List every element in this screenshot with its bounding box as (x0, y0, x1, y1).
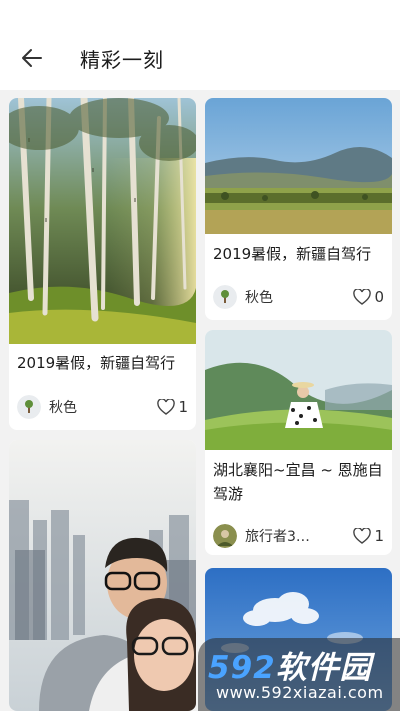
page-title: 精彩一刻 (80, 48, 164, 72)
card-title: 湖北襄阳~宜昌 ~ 恩施自驾游 (213, 461, 383, 503)
like-button[interactable]: 1 (353, 527, 384, 545)
author-name: 秋色 (49, 400, 77, 416)
card-meta: 秋色 1 (17, 393, 188, 421)
card-title: 2019暑假，新疆自驾行 (17, 354, 176, 372)
card-title: 2019暑假，新疆自驾行 (213, 245, 372, 263)
card-photo (205, 98, 392, 234)
card-meta: 秋色 0 (213, 283, 384, 311)
watermark-logo: 592软件园 www.592xiazai.com (198, 638, 400, 711)
avatar[interactable] (213, 524, 237, 548)
back-button[interactable] (14, 40, 50, 76)
like-count: 0 (374, 288, 384, 306)
like-button[interactable]: 1 (157, 398, 188, 416)
author-name: 秋色 (245, 290, 273, 306)
heart-icon (353, 528, 372, 544)
like-count: 1 (374, 527, 384, 545)
heart-icon (353, 289, 372, 305)
avatar[interactable] (213, 285, 237, 309)
like-count: 1 (178, 398, 188, 416)
card-meta: 旅行者3… 1 (213, 522, 384, 550)
arrow-left-icon (22, 49, 42, 67)
moment-card[interactable]: 2019暑假，新疆自驾行 秋色 0 (205, 98, 392, 320)
watermark-url: www.592xiazai.com (216, 683, 384, 702)
card-photo (9, 98, 196, 344)
card-photo (205, 330, 392, 450)
avatar[interactable] (17, 395, 41, 419)
moment-card[interactable]: 2019暑假，新疆自驾行 秋色 1 (9, 98, 196, 430)
app-bar: 精彩一刻 (0, 0, 400, 90)
heart-icon (157, 399, 176, 415)
moment-card[interactable]: 湖北襄阳~宜昌 ~ 恩施自驾游 旅行者3… 1 (205, 330, 392, 555)
like-button[interactable]: 0 (353, 288, 384, 306)
watermark-brand: 592软件园 (208, 650, 372, 686)
card-photo (9, 440, 196, 711)
moment-card[interactable] (9, 440, 196, 711)
author-name: 旅行者3… (245, 529, 310, 545)
